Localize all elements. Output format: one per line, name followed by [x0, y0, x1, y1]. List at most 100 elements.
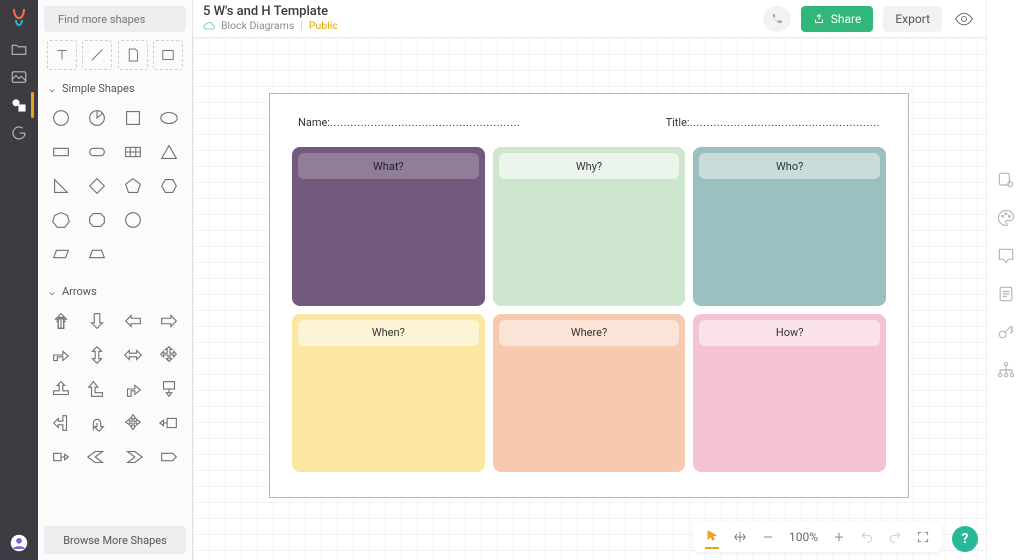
fullscreen-button[interactable]	[916, 530, 930, 544]
rect-tool[interactable]	[153, 40, 183, 70]
shape-parallelogram[interactable]	[44, 239, 78, 269]
undo-button[interactable]	[860, 530, 874, 544]
arrow-L-up[interactable]	[80, 374, 114, 404]
section-label: Simple Shapes	[62, 82, 135, 95]
card-what[interactable]: What?	[292, 147, 485, 306]
shape-decagon[interactable]	[116, 205, 150, 235]
arrow-callout-down[interactable]	[152, 374, 186, 404]
zoom-out[interactable]	[761, 530, 775, 544]
arrow-chevron-right[interactable]	[116, 442, 150, 472]
pan-tool[interactable]	[733, 530, 747, 544]
user-avatar[interactable]	[10, 534, 28, 552]
line-tool[interactable]	[82, 40, 112, 70]
page-tool[interactable]	[118, 40, 148, 70]
shape-hexagon[interactable]	[152, 171, 186, 201]
folder-icon[interactable]	[10, 40, 28, 58]
card-where[interactable]: Where?	[493, 314, 686, 473]
arrow-uturn[interactable]	[80, 408, 114, 438]
arrow-left[interactable]	[116, 306, 150, 336]
card-label: Where?	[499, 320, 680, 346]
shape-search[interactable]	[44, 6, 186, 32]
arrow-quad[interactable]	[152, 340, 186, 370]
shape-roundrect[interactable]	[80, 137, 114, 167]
shape-diamond[interactable]	[80, 171, 114, 201]
shape-pentagon[interactable]	[116, 171, 150, 201]
shape-heptagon[interactable]	[44, 205, 78, 235]
arrow-tee-up[interactable]	[44, 374, 78, 404]
phone-button[interactable]	[763, 6, 791, 32]
shape-circle[interactable]	[44, 103, 78, 133]
shape-triangle[interactable]	[152, 137, 186, 167]
canvas-page[interactable]: Name:...................................…	[269, 93, 909, 498]
arrows-grid	[38, 304, 192, 482]
section-label: Arrows	[62, 285, 97, 298]
app-logo[interactable]	[7, 6, 31, 30]
zoom-level[interactable]: 100%	[789, 530, 818, 544]
notes-icon[interactable]	[996, 284, 1016, 304]
doc-visibility[interactable]: Public	[309, 20, 338, 32]
export-button[interactable]: Export	[883, 6, 942, 32]
document-title[interactable]: 5 W's and H Template	[203, 5, 338, 20]
shape-square[interactable]	[116, 103, 150, 133]
palette-icon[interactable]	[996, 208, 1016, 228]
arrow-tee-left[interactable]	[44, 408, 78, 438]
arrow-box-right[interactable]	[44, 442, 78, 472]
arrow-right[interactable]	[152, 306, 186, 336]
card-label: Who?	[699, 153, 880, 179]
shape-right-triangle[interactable]	[44, 171, 78, 201]
comment-icon[interactable]	[996, 246, 1016, 266]
arrow-box-left[interactable]	[152, 408, 186, 438]
arrow-corner[interactable]	[116, 374, 150, 404]
card-how[interactable]: How?	[693, 314, 886, 473]
redo-button[interactable]	[888, 530, 902, 544]
arrow-up[interactable]	[44, 306, 78, 336]
doc-category[interactable]: Block Diagrams	[221, 20, 294, 32]
shape-octagon[interactable]	[80, 205, 114, 235]
arrow-updown[interactable]	[80, 340, 114, 370]
shape-table[interactable]	[116, 137, 150, 167]
google-icon[interactable]	[10, 124, 28, 142]
card-when[interactable]: When?	[292, 314, 485, 473]
zoom-toolbar: 100%	[693, 522, 942, 552]
settings-icon[interactable]	[996, 170, 1016, 190]
preview-button[interactable]	[952, 7, 976, 31]
export-label: Export	[895, 12, 930, 26]
pointer-tool[interactable]	[705, 529, 719, 549]
shape-rect[interactable]	[44, 137, 78, 167]
arrow-bent-right[interactable]	[44, 340, 78, 370]
share-icon	[813, 13, 825, 25]
arrow-down[interactable]	[80, 306, 114, 336]
card-why[interactable]: Why?	[493, 147, 686, 306]
arrow-leftright[interactable]	[116, 340, 150, 370]
section-arrows[interactable]: Arrows	[38, 279, 192, 304]
card-label: When?	[298, 320, 479, 346]
key-icon[interactable]	[996, 322, 1016, 342]
card-who[interactable]: Who?	[693, 147, 886, 306]
simple-shapes-grid	[38, 101, 192, 279]
cloud-icon	[203, 20, 215, 32]
shape-search-input[interactable]	[58, 13, 198, 26]
quick-tools	[38, 38, 192, 76]
image-icon[interactable]	[10, 68, 28, 86]
arrow-pentagon-right[interactable]	[152, 442, 186, 472]
shapes-panel: Simple Shapes	[38, 0, 193, 560]
shape-trapezoid[interactable]	[80, 239, 114, 269]
arrow-chevron-left[interactable]	[80, 442, 114, 472]
arrow-quad-out[interactable]	[116, 408, 150, 438]
share-button[interactable]: Share	[801, 6, 874, 32]
help-button[interactable]: ?	[952, 526, 978, 552]
card-label: What?	[298, 153, 479, 179]
chevron-down-icon	[48, 288, 56, 296]
canvas[interactable]: Name:...................................…	[193, 38, 986, 560]
shape-blank[interactable]	[152, 205, 186, 235]
browse-more-shapes[interactable]: Browse More Shapes	[44, 526, 186, 554]
share-label: Share	[831, 12, 862, 26]
shapes-icon[interactable]	[10, 96, 28, 114]
shape-pie[interactable]	[80, 103, 114, 133]
section-simple-shapes[interactable]: Simple Shapes	[38, 76, 192, 101]
title-field: Title:..................................…	[666, 116, 880, 129]
text-tool[interactable]	[47, 40, 77, 70]
zoom-in[interactable]	[832, 530, 846, 544]
shape-ellipse[interactable]	[152, 103, 186, 133]
sitemap-icon[interactable]	[996, 360, 1016, 380]
